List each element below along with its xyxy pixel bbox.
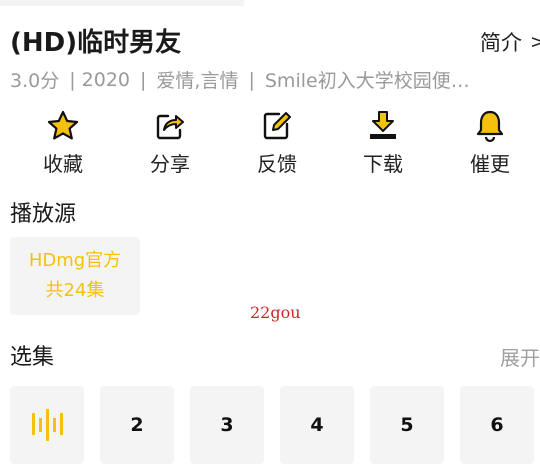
star-icon	[47, 110, 79, 140]
remind-update-button[interactable]: 催更	[445, 108, 535, 177]
episode-item[interactable]: 6	[460, 386, 534, 464]
intro-link[interactable]: 简介 >	[480, 27, 540, 57]
playing-bars-icon	[32, 409, 63, 441]
source-card[interactable]: HDmg官方 共24集	[10, 237, 140, 315]
favorite-label: 收藏	[43, 152, 83, 176]
meta-row: 3.0分 | 2020 | 爱情,言情 | Smile初入大学校园便…	[10, 66, 540, 93]
intro-label: 简介	[480, 31, 522, 55]
share-button[interactable]: 分享	[125, 108, 215, 177]
source-episode-count: 共24集	[45, 280, 105, 301]
sources-heading: 播放源	[10, 202, 77, 227]
episode-item[interactable]: 4	[280, 386, 354, 464]
page-title: (HD)临时男友	[10, 28, 182, 58]
genres-text: 爱情,言情	[156, 70, 239, 92]
score-text: 3.0分	[10, 70, 60, 92]
watermark-text: 22gou	[250, 303, 301, 322]
download-button[interactable]: 下载	[338, 108, 428, 177]
remind-update-label: 催更	[470, 152, 510, 176]
meta-separator: |	[140, 68, 147, 91]
download-icon	[370, 111, 396, 139]
share-icon	[156, 114, 184, 140]
meta-separator: |	[248, 68, 255, 91]
episode-item[interactable]: 5	[370, 386, 444, 464]
episodes-heading: 选集	[10, 345, 55, 370]
feedback-icon	[263, 112, 291, 140]
source-name: HDmg官方	[28, 250, 122, 271]
feedback-button[interactable]: 反馈	[232, 108, 322, 177]
feedback-label: 反馈	[257, 152, 297, 176]
episode-item[interactable]: 3	[190, 386, 264, 464]
bell-icon	[476, 110, 504, 143]
expand-button[interactable]: 展开	[500, 342, 540, 371]
action-bar: 收藏 分享 反馈 下载 催更	[0, 108, 540, 180]
chevron-right-icon: >	[530, 31, 540, 53]
episode-item-current[interactable]	[10, 386, 84, 464]
top-divider	[0, 0, 244, 6]
favorite-button[interactable]: 收藏	[18, 108, 108, 177]
download-label: 下载	[363, 152, 403, 176]
episode-list: 2 3 4 5 6	[0, 386, 540, 464]
share-label: 分享	[150, 152, 190, 176]
synopsis-text: Smile初入大学校园便…	[264, 70, 470, 92]
episode-item[interactable]: 2	[100, 386, 174, 464]
year-text: | 2020	[69, 68, 131, 91]
